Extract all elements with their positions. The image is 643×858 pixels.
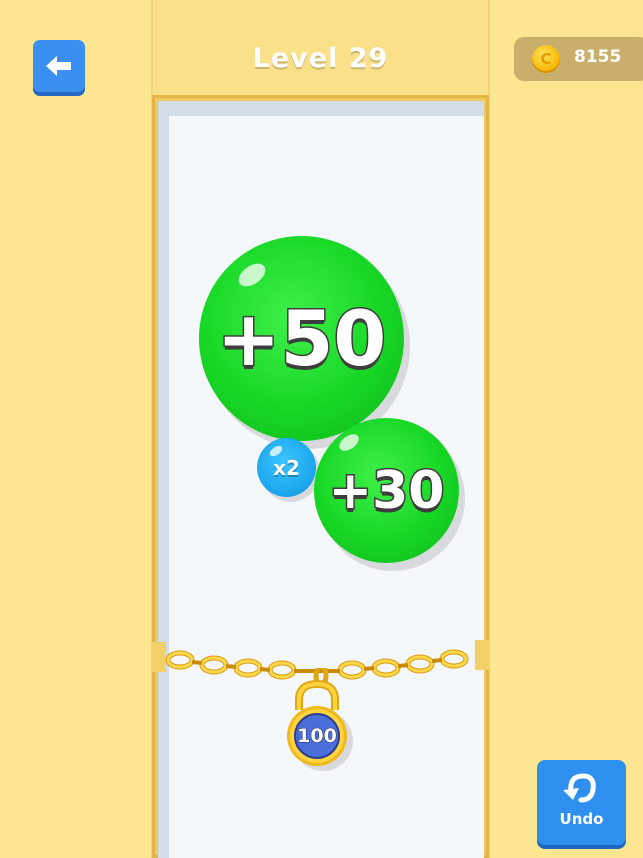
undo-icon [563,773,596,803]
ball-plus-50[interactable]: +50 [199,236,404,441]
right-panel [489,0,643,858]
ball-multiplier[interactable]: x2 [257,438,316,497]
undo-button[interactable]: Undo [537,760,626,845]
ball-label: +30 [327,459,446,522]
undo-label: Undo [559,810,604,828]
back-button[interactable] [33,40,85,92]
coin-counter: C 8155 [514,37,643,81]
ball-shine [234,259,270,291]
coin-count: 8155 [574,47,622,67]
coin-icon: C [532,45,560,73]
ball-label: +50 [215,293,387,385]
left-panel [0,0,152,858]
padlock[interactable]: 100 [283,668,363,778]
ball-shine [336,430,362,455]
ball-label: x2 [273,455,300,480]
level-title: Level 29 [252,43,389,74]
lock-value: 100 [297,725,338,748]
back-arrow-icon [46,56,71,76]
ball-plus-30[interactable]: +30 [314,418,459,563]
